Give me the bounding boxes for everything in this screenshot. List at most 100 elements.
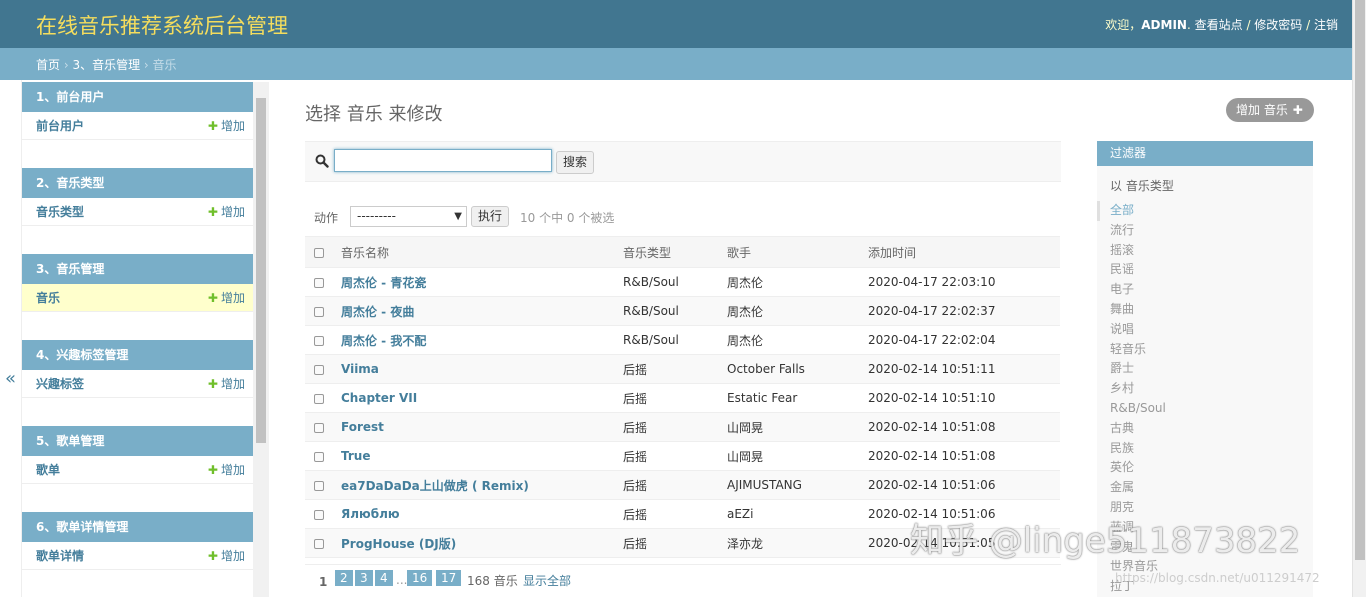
welcome-text: 欢迎， [1105,18,1142,32]
cell-singer: 山岡晃 [727,412,868,442]
module-caption[interactable]: 1、前台用户 [22,82,253,112]
sidebar-add-link[interactable]: ✚ 增加 [208,284,245,311]
row-checkbox[interactable] [314,277,324,288]
row-checkbox[interactable] [314,422,324,433]
scrollbar-thumb[interactable] [1355,0,1365,560]
module-caption[interactable]: 4、兴趣标签管理 [22,340,253,370]
page-link-16[interactable]: 16 [407,570,433,586]
scrollbar-thumb[interactable] [256,98,266,443]
filter-option[interactable]: 舞曲 [1110,300,1313,320]
music-link[interactable]: Viima [341,362,379,376]
filter-option[interactable]: 说唱 [1110,320,1313,340]
table-row: 周杰伦 - 青花瓷 R&B/Soul 周杰伦 2020-04-17 22:03:10 [305,267,1060,297]
cell-added-time: 2020-02-14 10:51:08 [868,441,1060,471]
cell-type: 后摇 [623,354,727,384]
breadcrumb-home[interactable]: 首页 [36,58,60,72]
sidebar-item-link[interactable]: 前台用户 [36,112,84,139]
add-music-button[interactable]: 增加 音乐 ✚ [1226,98,1314,122]
music-link[interactable]: Forest [341,420,384,434]
sidebar-add-link[interactable]: ✚ 增加 [208,456,245,483]
filter-option[interactable]: 英伦 [1110,458,1313,478]
music-link[interactable]: 周杰伦 - 我不配 [341,334,426,348]
sidebar-add-link[interactable]: ✚ 增加 [208,542,245,569]
sidebar-item-link[interactable]: 音乐 [36,284,60,311]
toggle-nav-sidebar-button[interactable]: « [0,80,22,597]
music-link[interactable]: Ялюблю [341,507,400,521]
filter-option[interactable]: 民族 [1110,439,1313,459]
logout-link[interactable]: 注销 [1314,18,1338,32]
cell-added-time: 2020-02-14 10:51:08 [868,412,1060,442]
filter-option[interactable]: 轻音乐 [1110,340,1313,360]
page-title: 选择 音乐 来修改 [305,104,443,125]
site-title[interactable]: 在线音乐推荐系统后台管理 [36,10,288,40]
sidebar-item-link[interactable]: 歌单详情 [36,542,84,569]
module-playlist-details: 6、歌单详情管理 歌单详情 ✚ 增加 [22,512,253,570]
action-label: 动作 [314,211,339,225]
row-checkbox[interactable] [314,538,324,549]
column-header-singer[interactable]: 歌手 [727,236,868,268]
page-link-4[interactable]: 4 [375,570,393,586]
run-action-button[interactable]: 执行 [471,206,510,227]
sidebar-add-link[interactable]: ✚ 增加 [208,370,245,397]
filter-option[interactable]: 民谣 [1110,260,1313,280]
filter-option[interactable]: 爵士 [1110,359,1313,379]
sidebar-scrollbar[interactable] [253,82,269,597]
search-button[interactable]: 搜索 [556,151,595,174]
cell-singer: 周杰伦 [727,325,868,355]
sidebar-add-link[interactable]: ✚ 增加 [208,198,245,225]
row-checkbox[interactable] [314,335,324,346]
change-password-link[interactable]: 修改密码 [1254,18,1302,32]
show-all-link[interactable]: 显示全部 [523,572,571,589]
filter-option[interactable]: 乡村 [1110,379,1313,399]
username: ADMIN [1141,18,1187,32]
breadcrumb-app[interactable]: 3、音乐管理 [72,58,140,72]
select-all-checkbox[interactable] [314,247,324,258]
filter-option[interactable]: 电子 [1110,280,1313,300]
music-link[interactable]: Chapter VII [341,391,417,405]
page-link-17[interactable]: 17 [436,570,462,586]
cell-name: 周杰伦 - 青花瓷 [341,267,623,297]
plus-icon: ✚ [207,463,218,477]
filter-option[interactable]: 全部 [1097,201,1313,221]
filter-option[interactable]: 金属 [1110,478,1313,498]
music-link[interactable]: True [341,449,370,463]
music-link[interactable]: ea7DaDaDa上山做虎 ( Remix) [341,479,529,493]
sidebar-item-link[interactable]: 歌单 [36,456,60,483]
music-link[interactable]: ProgHouse (DJ版) [341,537,456,551]
action-select[interactable]: --------- ▼ [350,206,467,227]
row-checkbox[interactable] [314,509,324,520]
add-button-label: 增加 音乐 [1236,103,1288,117]
sidebar-item-frontend-users: 前台用户 ✚ 增加 [22,112,253,140]
column-header-name[interactable]: 音乐名称 [341,236,623,268]
music-link[interactable]: 周杰伦 - 夜曲 [341,305,414,319]
row-checkbox[interactable] [314,393,324,404]
action-selected-option: --------- [357,209,396,223]
cell-name: True [341,441,623,471]
module-caption[interactable]: 5、歌单管理 [22,426,253,456]
sidebar-item-link[interactable]: 音乐类型 [36,198,84,225]
page-link-2[interactable]: 2 [335,570,353,586]
page-link-3[interactable]: 3 [355,570,373,586]
sidebar-add-link[interactable]: ✚ 增加 [208,112,245,139]
filter-option[interactable]: R&B/Soul [1110,399,1313,419]
module-caption[interactable]: 3、音乐管理 [22,254,253,284]
sidebar-item-link[interactable]: 兴趣标签 [36,370,84,397]
breadcrumb-separator: › [140,58,153,72]
search-input[interactable] [334,149,552,172]
column-header-type[interactable]: 音乐类型 [623,236,727,268]
filter-option[interactable]: 摇滚 [1110,241,1313,261]
table-row: Viima 后摇 October Falls 2020-02-14 10:51:11 [305,354,1060,384]
row-select-cell [305,354,341,384]
row-checkbox[interactable] [314,364,324,375]
row-checkbox[interactable] [314,451,324,462]
music-link[interactable]: 周杰伦 - 青花瓷 [341,276,426,290]
module-caption[interactable]: 6、歌单详情管理 [22,512,253,542]
view-site-link[interactable]: 查看站点 [1195,18,1243,32]
filter-option[interactable]: 流行 [1110,221,1313,241]
row-checkbox[interactable] [314,480,324,491]
row-checkbox[interactable] [314,306,324,317]
module-caption[interactable]: 2、音乐类型 [22,168,253,198]
page-scrollbar[interactable] [1352,0,1366,597]
column-header-added-time[interactable]: 添加时间 [868,236,1060,268]
filter-option[interactable]: 古典 [1110,419,1313,439]
